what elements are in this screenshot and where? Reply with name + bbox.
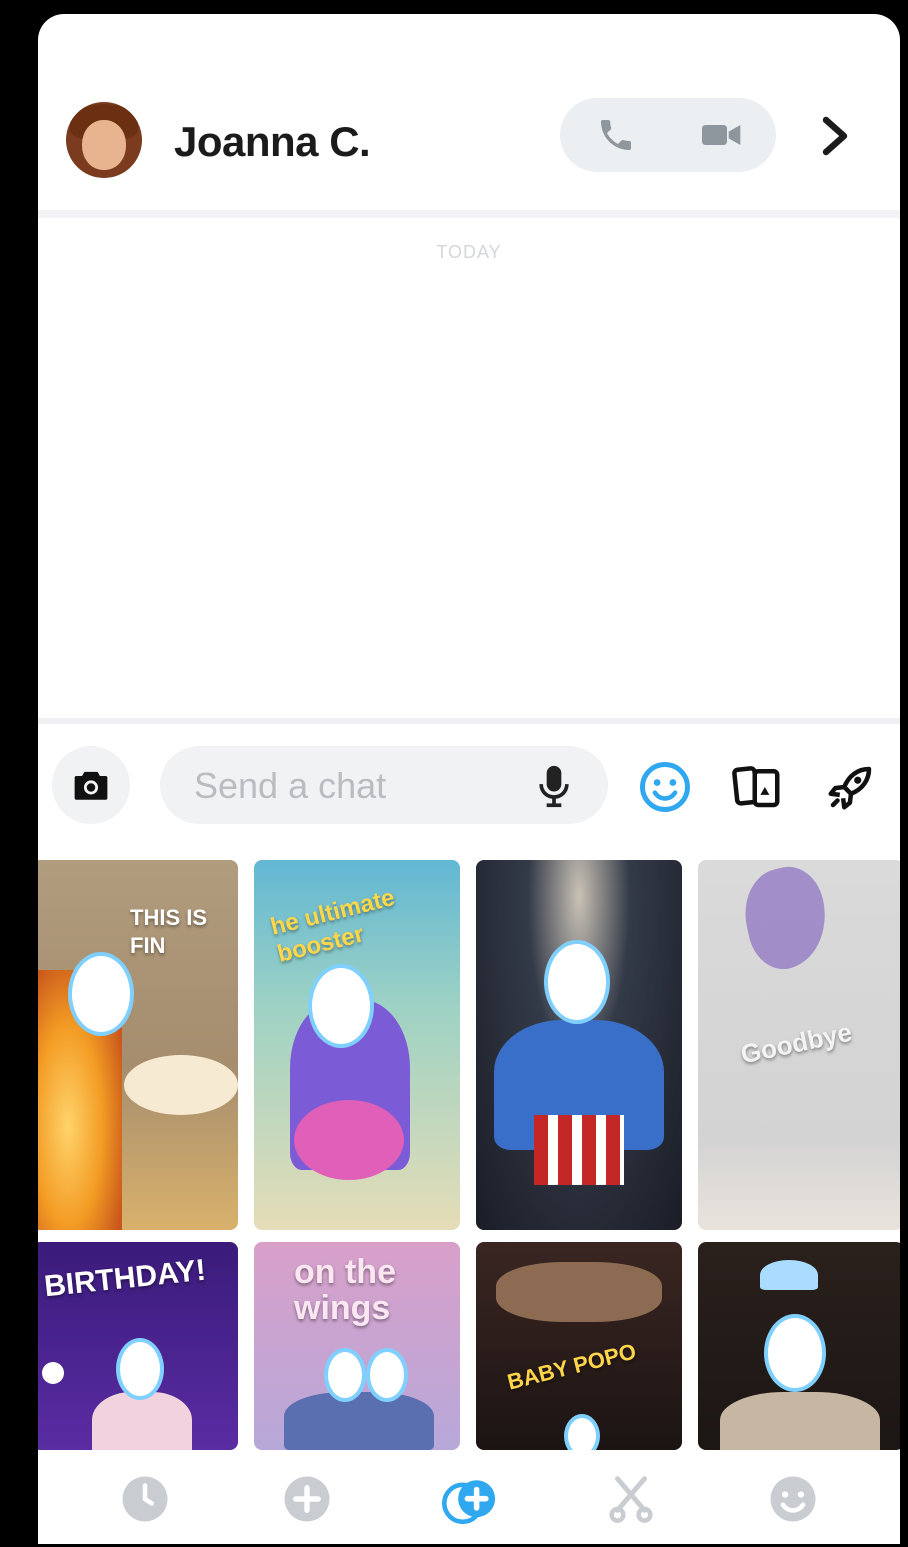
cameo-face: [312, 968, 370, 1044]
cameo-grid: THIS IS FIN he ultimate booster Goodbye …: [38, 860, 900, 1450]
bottom-toolbar: [38, 1450, 900, 1544]
scissors-icon[interactable]: [604, 1472, 658, 1526]
sticker-caption: Goodbye: [738, 1016, 855, 1070]
lamp-graphic: [760, 1260, 818, 1290]
rocket-icon[interactable]: [824, 760, 876, 812]
cameo-tile[interactable]: on the wings: [254, 1242, 460, 1450]
sticker-caption: on the wings: [294, 1253, 396, 1327]
cameo-face: [72, 956, 130, 1032]
phone-icon[interactable]: [596, 115, 636, 155]
chat-input[interactable]: [192, 762, 516, 810]
cameo-tile[interactable]: [476, 860, 682, 1230]
sticker-caption: he ultimate booster: [267, 883, 398, 968]
date-separator: TODAY: [436, 242, 502, 262]
cameo-tile[interactable]: [698, 1242, 900, 1450]
bodies-graphic: [92, 1392, 192, 1450]
avatar-face: [82, 120, 126, 170]
sticker-caption: THIS IS FIN: [130, 905, 208, 958]
cameo-face: [768, 1318, 822, 1388]
sticker-caption: BABY POPO: [504, 1338, 639, 1395]
microphone-icon[interactable]: [534, 764, 574, 808]
shirt-graphic: [720, 1392, 880, 1450]
cards-icon[interactable]: [730, 760, 782, 812]
hand-graphic: [496, 1262, 662, 1322]
header-divider: [38, 210, 900, 218]
video-camera-icon[interactable]: [700, 115, 741, 155]
smiley-icon[interactable]: [638, 760, 690, 812]
moon-graphic: [42, 1362, 64, 1384]
cameo-face: [370, 1352, 404, 1398]
camera-button[interactable]: [52, 746, 130, 824]
cameo-tile[interactable]: BIRTHDAY!: [38, 1242, 238, 1450]
couple-graphic: [284, 1392, 434, 1450]
chat-screen: Joanna C. TODAY Send a chat THIS IS FIN …: [38, 14, 900, 1544]
clock-icon[interactable]: [118, 1472, 172, 1526]
composer-divider: [38, 718, 900, 724]
cameos-icon[interactable]: [442, 1472, 496, 1526]
plus-circle-icon[interactable]: [280, 1472, 334, 1526]
cameo-face: [568, 1418, 596, 1450]
contact-name[interactable]: Joanna C.: [174, 118, 371, 166]
popcorn-box-graphic: [534, 1115, 624, 1185]
chat-header: Joanna C.: [38, 14, 900, 210]
cameo-tile[interactable]: Goodbye: [698, 860, 900, 1230]
sticker-caption: BIRTHDAY!: [42, 1253, 208, 1304]
chevron-right-icon[interactable]: [814, 114, 854, 158]
ghost-graphic: [736, 860, 836, 976]
cameo-face: [548, 944, 606, 1020]
cameo-tile[interactable]: BABY POPO: [476, 1242, 682, 1450]
cameo-tile[interactable]: THIS IS FIN: [38, 860, 238, 1230]
chat-input-container[interactable]: [160, 746, 608, 824]
cameo-tile[interactable]: he ultimate booster: [254, 860, 460, 1230]
avatar[interactable]: [66, 102, 142, 178]
flamingo-graphic: [294, 1100, 404, 1180]
bitmoji-smiley-icon[interactable]: [766, 1472, 820, 1526]
cameo-face: [328, 1352, 362, 1398]
cameo-face: [120, 1342, 160, 1396]
call-controls: [560, 98, 776, 172]
table-graphic: [124, 1055, 238, 1115]
